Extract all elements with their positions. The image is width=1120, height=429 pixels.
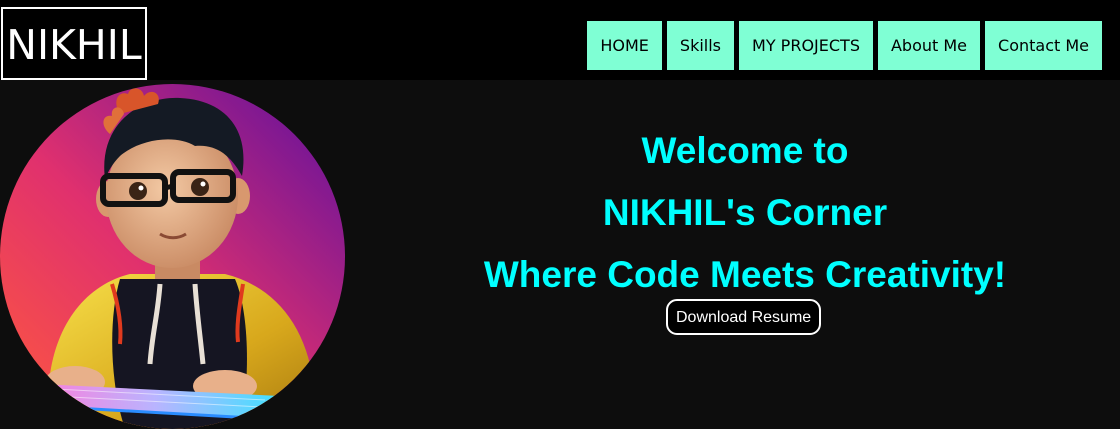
nav-link-skills[interactable]: Skills [666,21,735,70]
download-resume-button[interactable]: Download Resume [666,299,822,335]
hero-heading-line-3: Where Code Meets Creativity! [483,254,1007,295]
site-logo[interactable]: NIKHIL [1,7,147,80]
nav-link-home[interactable]: HOME [587,21,662,70]
hero-section: Welcome to NIKHIL's Corner Where Code Me… [0,80,1120,429]
hero-heading-line-1: Welcome to [641,130,849,171]
navbar: NIKHIL HOME Skills MY PROJECTS About Me … [0,0,1120,80]
resume-button-wrapper: Download Resume [666,299,822,335]
hero-heading: Welcome to NIKHIL's Corner Where Code Me… [440,120,1050,306]
nav-links: HOME Skills MY PROJECTS About Me Contact… [587,21,1102,70]
nav-link-about[interactable]: About Me [877,21,981,70]
nav-link-contact[interactable]: Contact Me [985,21,1102,70]
developer-avatar-illustration [0,84,345,429]
hero-heading-line-2: NIKHIL's Corner [602,192,888,233]
avatar-image [0,84,345,429]
nav-link-projects[interactable]: MY PROJECTS [739,21,873,70]
